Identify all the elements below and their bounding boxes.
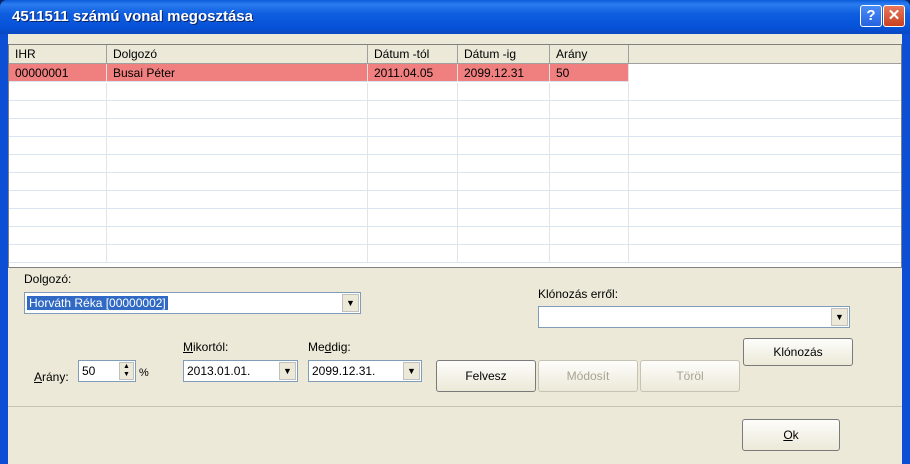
empty-row bbox=[9, 83, 901, 101]
column-header-arany[interactable]: Arány bbox=[550, 45, 629, 64]
percent-label: % bbox=[139, 367, 149, 379]
clone-from-combobox[interactable]: ▼ bbox=[538, 306, 850, 328]
table-row[interactable]: 00000001 Busai Péter 2011.04.05 2099.12.… bbox=[9, 64, 901, 82]
to-date-label: Meddig: bbox=[308, 340, 351, 354]
empty-row bbox=[9, 119, 901, 137]
cell-dolgozo: Busai Péter bbox=[107, 64, 368, 82]
column-header-dolgozo[interactable]: Dolgozó bbox=[107, 45, 368, 64]
grid-header: IHR Dolgozó Dátum -tól Dátum -ig Arány bbox=[9, 45, 901, 64]
dialog-window: 4511511 számú vonal megosztása ? ✕ IHR D… bbox=[0, 0, 910, 464]
employee-label: Dolgozó: bbox=[24, 272, 72, 286]
empty-row bbox=[9, 137, 901, 155]
from-date-value: 2013.01.01. bbox=[187, 364, 251, 378]
cell-ihr: 00000001 bbox=[9, 64, 107, 82]
from-date-picker[interactable]: 2013.01.01. ▼ bbox=[183, 360, 298, 382]
empty-row bbox=[9, 173, 901, 191]
ratio-label: Arány: bbox=[34, 370, 69, 384]
to-date-picker[interactable]: 2099.12.31. ▼ bbox=[308, 360, 422, 382]
chevron-down-icon[interactable]: ▼ bbox=[831, 308, 848, 326]
employee-value: Horváth Réka [00000002] bbox=[27, 296, 168, 310]
window-title: 4511511 számú vonal megosztása bbox=[12, 8, 253, 25]
from-date-label: Mikortól: bbox=[183, 340, 229, 354]
column-header-blank bbox=[629, 45, 901, 64]
column-header-datum-ig[interactable]: Dátum -ig bbox=[458, 45, 550, 64]
cell-blank bbox=[629, 64, 901, 82]
dialog-body: IHR Dolgozó Dátum -tól Dátum -ig Arány 0… bbox=[8, 34, 902, 464]
empty-row bbox=[9, 191, 901, 209]
ratio-value: 50 bbox=[82, 364, 96, 378]
title-bar[interactable]: 4511511 számú vonal megosztása ? ✕ bbox=[0, 0, 910, 34]
column-header-ihr[interactable]: IHR bbox=[9, 45, 107, 64]
clone-from-label: Klónozás erről: bbox=[538, 287, 619, 301]
help-button[interactable]: ? bbox=[860, 5, 882, 27]
chevron-down-icon[interactable]: ▼ bbox=[342, 294, 359, 312]
empty-row bbox=[9, 101, 901, 119]
empty-row bbox=[9, 245, 901, 263]
empty-row bbox=[9, 155, 901, 173]
chevron-down-icon[interactable]: ▼ bbox=[403, 362, 420, 380]
ok-button[interactable]: Ok bbox=[742, 419, 840, 451]
employee-combobox[interactable]: Horváth Réka [00000002] ▼ bbox=[24, 292, 361, 314]
cell-datum-tol: 2011.04.05 bbox=[368, 64, 458, 82]
add-button[interactable]: Felvesz bbox=[436, 360, 536, 392]
clone-button[interactable]: Klónozás bbox=[743, 338, 853, 366]
column-header-datum-tol[interactable]: Dátum -tól bbox=[368, 45, 458, 64]
empty-row bbox=[9, 209, 901, 227]
close-button[interactable]: ✕ bbox=[883, 5, 905, 27]
chevron-down-icon[interactable]: ▼ bbox=[279, 362, 296, 380]
spinner-arrows-icon[interactable]: ▲ ▼ bbox=[119, 362, 134, 380]
ratio-spinner[interactable]: 50 ▲ ▼ bbox=[78, 360, 136, 382]
window-border-left bbox=[0, 34, 8, 464]
window-border-right bbox=[902, 34, 910, 464]
empty-row bbox=[9, 227, 901, 245]
delete-button[interactable]: Töröl bbox=[640, 360, 740, 392]
bottom-panel: Ok bbox=[8, 406, 902, 464]
to-date-value: 2099.12.31. bbox=[312, 364, 376, 378]
modify-button[interactable]: Módosít bbox=[538, 360, 638, 392]
cell-arany: 50 bbox=[550, 64, 629, 82]
cell-datum-ig: 2099.12.31 bbox=[458, 64, 550, 82]
allocation-grid[interactable]: IHR Dolgozó Dátum -tól Dátum -ig Arány 0… bbox=[8, 44, 902, 268]
